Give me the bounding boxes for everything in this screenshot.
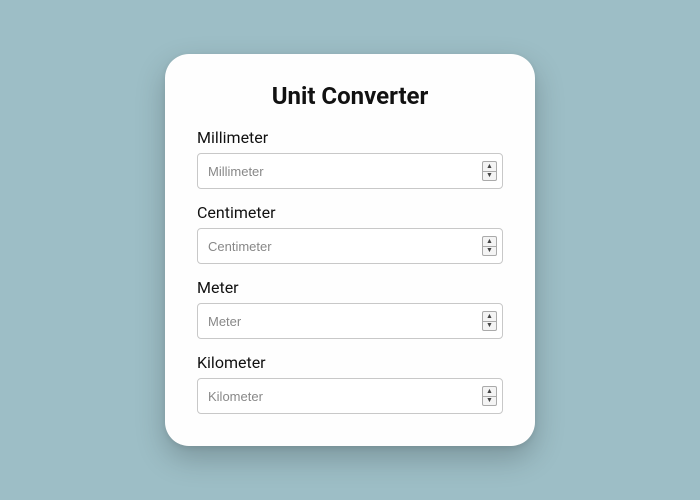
stepper-up-icon[interactable]: ▲	[483, 312, 496, 322]
stepper-down-icon[interactable]: ▼	[483, 172, 496, 181]
millimeter-input[interactable]	[197, 153, 503, 189]
centimeter-label: Centimeter	[197, 203, 503, 222]
kilometer-input[interactable]	[197, 378, 503, 414]
millimeter-input-wrap: ▲ ▼	[197, 153, 503, 189]
millimeter-label: Millimeter	[197, 128, 503, 147]
centimeter-input-wrap: ▲ ▼	[197, 228, 503, 264]
field-kilometer: Kilometer ▲ ▼	[197, 353, 503, 414]
kilometer-label: Kilometer	[197, 353, 503, 372]
meter-stepper[interactable]: ▲ ▼	[482, 311, 497, 331]
centimeter-input[interactable]	[197, 228, 503, 264]
kilometer-stepper[interactable]: ▲ ▼	[482, 386, 497, 406]
stepper-up-icon[interactable]: ▲	[483, 162, 496, 172]
stepper-up-icon[interactable]: ▲	[483, 387, 496, 397]
meter-input-wrap: ▲ ▼	[197, 303, 503, 339]
stepper-up-icon[interactable]: ▲	[483, 237, 496, 247]
converter-card: Unit Converter Millimeter ▲ ▼ Centimeter…	[165, 54, 535, 446]
field-millimeter: Millimeter ▲ ▼	[197, 128, 503, 189]
kilometer-input-wrap: ▲ ▼	[197, 378, 503, 414]
millimeter-stepper[interactable]: ▲ ▼	[482, 161, 497, 181]
page-title: Unit Converter	[197, 82, 503, 110]
stepper-down-icon[interactable]: ▼	[483, 247, 496, 256]
stepper-down-icon[interactable]: ▼	[483, 397, 496, 406]
meter-input[interactable]	[197, 303, 503, 339]
centimeter-stepper[interactable]: ▲ ▼	[482, 236, 497, 256]
field-meter: Meter ▲ ▼	[197, 278, 503, 339]
stepper-down-icon[interactable]: ▼	[483, 322, 496, 331]
meter-label: Meter	[197, 278, 503, 297]
field-centimeter: Centimeter ▲ ▼	[197, 203, 503, 264]
